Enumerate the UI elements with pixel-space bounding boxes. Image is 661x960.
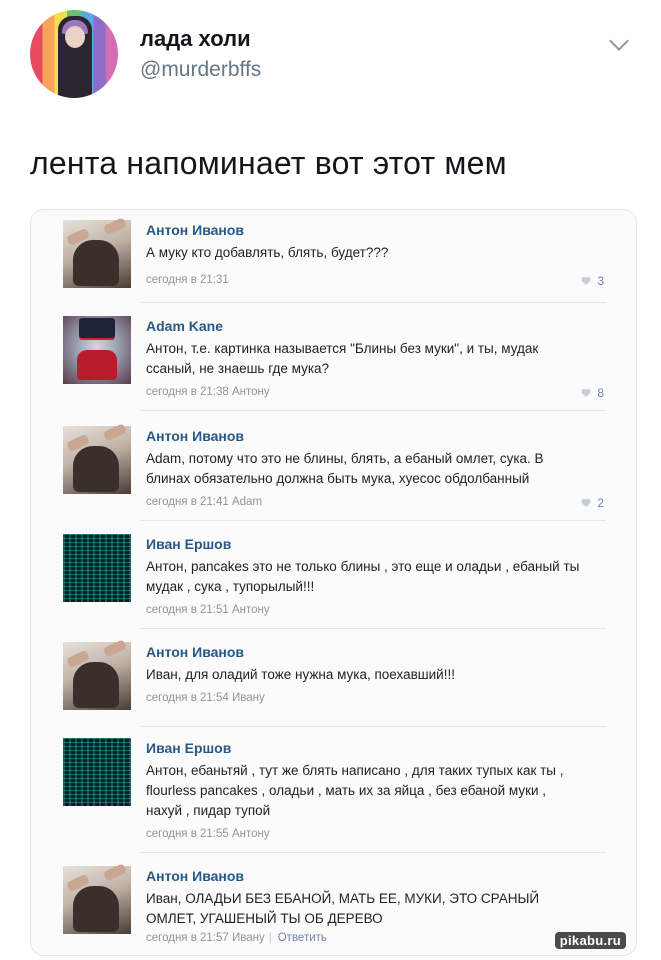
comment-author: Иван Ершов [146,536,232,552]
comment-divider [141,520,606,521]
comment-text: Иван, ОЛАДЬИ БЕЗ ЕБАНОЙ, МАТЬ ЕЕ, МУКИ, … [146,891,540,926]
comment-screenshot: Антон Иванов А муку кто добавлять, блять… [31,210,636,955]
heart-icon [581,499,591,508]
avatar[interactable] [30,10,118,98]
comment-divider [141,410,606,411]
comment-avatar [63,220,131,288]
comment: Антон Иванов Иван, ОЛАДЬИ БЕЗ ЕБАНОЙ, МА… [31,856,636,955]
comment: Иван Ершов Антон, ебаньтяй , тут же блят… [31,728,636,856]
comment: Adam Kane Антон, т.е. картинка называетс… [31,306,636,416]
comment-avatar [63,738,131,806]
comment-divider [141,852,606,853]
comment-author: Антон Иванов [146,428,245,444]
comment-text: А муку кто добавлять, блять, будет??? [146,245,389,260]
tweet-text: лента напоминает вот этот мем [30,145,507,181]
comment: Антон Иванов Иван, для оладий тоже нужна… [31,632,636,728]
comment-avatar [63,866,131,934]
comment-avatar [63,316,131,384]
comment-author: Иван Ершов [146,740,232,756]
watermark: pikabu.ru [554,932,626,949]
comment-author: Антон Иванов [146,222,245,238]
comment-text: Антон, pancakes это не только блины , эт… [146,559,580,594]
comment-text: Adam, потому что это не блины, блять, а … [146,451,544,486]
user-handle[interactable]: @murderbffs [140,58,261,82]
comment-meta: сегодня в 21:41 Adam [146,496,263,508]
reply-link: Ответить [277,932,327,944]
meta-separator: | [268,932,272,944]
comment: Антон Иванов Adam, потому что это не бли… [31,416,636,524]
attached-image[interactable]: Антон Иванов А муку кто добавлять, блять… [30,209,637,956]
like-count: 2 [597,496,604,510]
comment-text: Антон, т.е. картинка называется "Блины б… [146,341,539,376]
comment-meta: сегодня в 21:38 Антону [146,386,270,398]
comment-meta: сегодня в 21:57 Ивану | Ответить [146,932,327,944]
comment-likes: 2 [581,496,604,510]
comment-likes: 8 [581,386,604,400]
comment: Антон Иванов А муку кто добавлять, блять… [31,210,636,310]
heart-icon [581,389,591,398]
chevron-down-icon[interactable] [609,31,629,51]
comment: Иван Ершов Антон, pancakes это не только… [31,524,636,632]
like-count: 8 [597,386,604,400]
comment-meta: сегодня в 21:54 Ивану [146,692,265,704]
display-name[interactable]: лада холи [140,26,251,52]
comment-meta: сегодня в 21:31 [146,274,229,286]
comment-divider [141,628,606,629]
like-count: 3 [597,274,604,288]
comment-text: Антон, ебаньтяй , тут же блять написано … [146,763,564,818]
comment-meta: сегодня в 21:51 Антону [146,604,270,616]
comment-author: Антон Иванов [146,868,245,884]
comment-divider [141,302,606,303]
comment-meta: сегодня в 21:55 Антону [146,828,270,840]
comment-avatar [63,642,131,710]
comment-author: Антон Иванов [146,644,245,660]
comment-divider [141,726,606,727]
heart-icon [581,277,591,286]
comment-avatar [63,426,131,494]
tweet-header: лада холи @murderbffs [30,10,640,100]
comment-meta-time: сегодня в 21:57 Ивану [146,932,265,944]
comment-author: Adam Kane [146,318,224,334]
comment-avatar [63,534,131,602]
comment-likes: 3 [581,274,604,288]
comment-text: Иван, для оладий тоже нужна мука, поехав… [146,667,455,682]
avatar-face [65,26,85,48]
